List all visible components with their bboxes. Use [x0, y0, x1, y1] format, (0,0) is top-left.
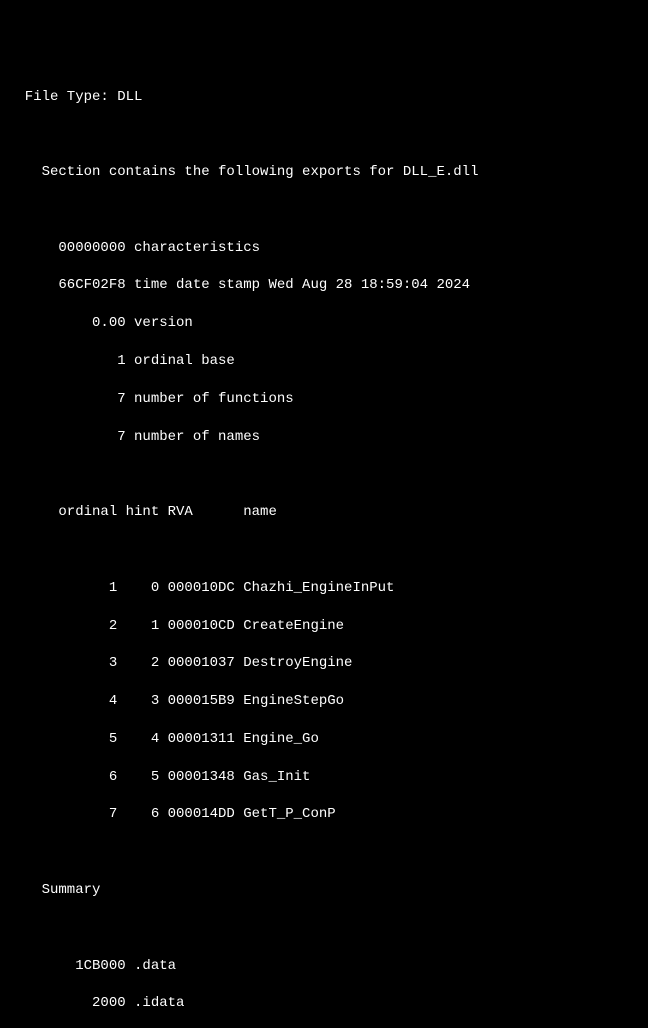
table-header: ordinal hint RVA name: [8, 503, 640, 522]
summary-row: 2000 .idata: [8, 994, 640, 1013]
timestamp-line: 66CF02F8 time date stamp Wed Aug 28 18:5…: [8, 276, 640, 295]
num-names-line: 7 number of names: [8, 428, 640, 447]
function-row: 4 3 000015B9 EngineStepGo: [8, 692, 640, 711]
summary-header: Summary: [8, 881, 640, 900]
ordinal-base-line: 1 ordinal base: [8, 352, 640, 371]
function-row: 5 4 00001311 Engine_Go: [8, 730, 640, 749]
blank-line: [8, 843, 640, 862]
blank-line: [8, 541, 640, 560]
version-line: 0.00 version: [8, 314, 640, 333]
function-row: 6 5 00001348 Gas_Init: [8, 768, 640, 787]
blank-line: [8, 919, 640, 938]
blank-line: [8, 125, 640, 144]
characteristics-line: 00000000 characteristics: [8, 239, 640, 258]
num-functions-line: 7 number of functions: [8, 390, 640, 409]
function-row: 7 6 000014DD GetT_P_ConP: [8, 805, 640, 824]
function-row: 2 1 000010CD CreateEngine: [8, 617, 640, 636]
summary-row: 1CB000 .data: [8, 957, 640, 976]
function-row: 1 0 000010DC Chazhi_EngineInPut: [8, 579, 640, 598]
blank-line: [8, 201, 640, 220]
blank-line: [8, 465, 640, 484]
file-type-line: File Type: DLL: [8, 88, 640, 107]
section-header: Section contains the following exports f…: [8, 163, 640, 182]
function-row: 3 2 00001037 DestroyEngine: [8, 654, 640, 673]
